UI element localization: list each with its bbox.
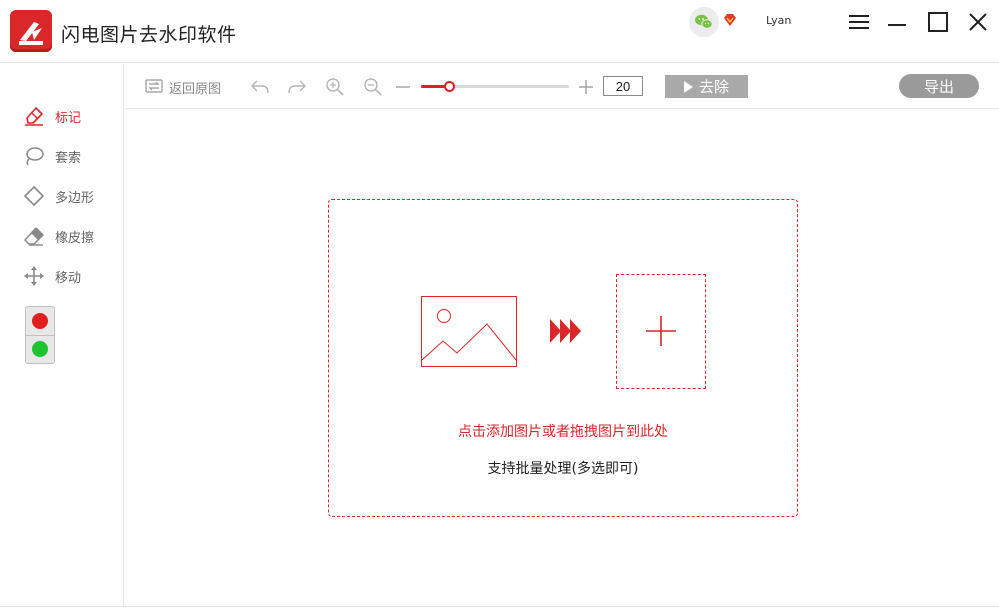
slider-thumb[interactable] bbox=[444, 81, 455, 92]
tool-polygon[interactable]: 多边形 bbox=[22, 184, 94, 208]
wechat-icon[interactable] bbox=[689, 7, 719, 37]
zoom-out-icon[interactable] bbox=[363, 76, 383, 98]
tool-label: 橡皮擦 bbox=[55, 230, 95, 246]
tool-move[interactable]: 移动 bbox=[22, 264, 81, 288]
move-icon bbox=[22, 264, 46, 288]
redo-icon[interactable] bbox=[287, 76, 307, 98]
mark-color-switch[interactable] bbox=[25, 306, 55, 364]
forward-arrows-icon bbox=[550, 319, 582, 347]
back-to-original-label: 返回原图 bbox=[169, 81, 222, 97]
tool-label: 移动 bbox=[55, 270, 82, 286]
remove-button[interactable]: 去除 bbox=[665, 75, 748, 98]
eraser-icon bbox=[22, 224, 46, 248]
back-to-original-button[interactable]: 返回原图 bbox=[145, 76, 221, 98]
app-logo bbox=[10, 10, 52, 52]
title-bar: 闪电图片去水印软件 Lyan bbox=[0, 0, 999, 63]
minimize-icon[interactable] bbox=[883, 8, 911, 36]
lasso-icon bbox=[22, 144, 46, 168]
tool-label: 套索 bbox=[55, 150, 82, 166]
tool-label: 多边形 bbox=[55, 190, 95, 206]
export-button[interactable]: 导出 bbox=[899, 74, 979, 98]
drop-hint: 点击添加图片或者拖拽图片到此处 bbox=[458, 424, 668, 440]
app-title: 闪电图片去水印软件 bbox=[61, 24, 237, 46]
polygon-icon bbox=[22, 184, 46, 208]
green-color-dot[interactable] bbox=[32, 341, 48, 357]
close-icon[interactable] bbox=[964, 8, 992, 36]
tool-sidebar: 标记 套索 多边形 橡皮擦 移动 bbox=[0, 64, 124, 606]
editor-toolbar: 返回原图 去除 导出 bbox=[125, 64, 999, 109]
username[interactable]: Lyan bbox=[766, 14, 791, 27]
brush-increase-icon[interactable] bbox=[579, 76, 593, 98]
tool-marker[interactable]: 标记 bbox=[22, 104, 81, 128]
brush-size-slider[interactable] bbox=[421, 81, 569, 92]
divider bbox=[26, 335, 54, 336]
image-drop-zone[interactable]: 点击添加图片或者拖拽图片到此处 支持批量处理(多选即可) bbox=[328, 199, 798, 517]
image-placeholder-icon bbox=[421, 296, 517, 371]
vip-diamond-icon[interactable] bbox=[722, 12, 738, 28]
remove-label: 去除 bbox=[698, 78, 729, 96]
play-icon bbox=[683, 80, 693, 93]
brush-size-input[interactable] bbox=[603, 76, 643, 96]
undo-icon[interactable] bbox=[250, 76, 270, 98]
status-divider bbox=[0, 606, 999, 607]
tool-label: 标记 bbox=[55, 110, 82, 126]
swap-icon bbox=[145, 78, 163, 97]
plus-icon bbox=[646, 316, 676, 346]
batch-hint: 支持批量处理(多选即可) bbox=[487, 461, 639, 477]
menu-icon[interactable] bbox=[845, 8, 873, 36]
brush-decrease-icon[interactable] bbox=[396, 76, 410, 98]
marker-icon bbox=[22, 104, 46, 128]
red-color-dot[interactable] bbox=[32, 313, 48, 329]
maximize-icon[interactable] bbox=[924, 8, 952, 36]
add-image-button[interactable] bbox=[616, 274, 706, 389]
tool-eraser[interactable]: 橡皮擦 bbox=[22, 224, 94, 248]
tool-lasso[interactable]: 套索 bbox=[22, 144, 81, 168]
zoom-in-icon[interactable] bbox=[325, 76, 345, 98]
